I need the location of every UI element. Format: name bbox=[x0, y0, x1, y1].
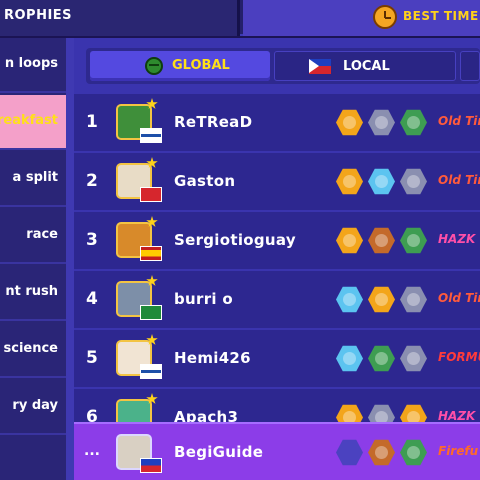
player-name: burri o bbox=[174, 290, 233, 308]
player-title-tag: Old Tim bbox=[438, 291, 480, 305]
green-medal-icon bbox=[368, 345, 395, 372]
silver-medal-icon bbox=[368, 109, 395, 136]
region-filter-bar: GLOBAL LOCAL bbox=[86, 48, 480, 84]
tab-trophies-label: ROPHIES bbox=[4, 8, 73, 23]
player-name: ReTReaD bbox=[174, 113, 253, 131]
filter-local-tab[interactable]: LOCAL bbox=[274, 51, 456, 81]
filter-friends-tab[interactable] bbox=[460, 51, 480, 81]
sidebar-item-split[interactable]: a split bbox=[0, 152, 66, 207]
sidebar-item-label: n loops bbox=[4, 56, 58, 71]
player-title-tag: HAZK bbox=[438, 409, 476, 423]
sidebar-scrollbar[interactable] bbox=[66, 38, 74, 480]
sidebar-item-breakfast[interactable]: reakfast bbox=[0, 95, 66, 150]
sidebar-item-label: science bbox=[3, 341, 59, 356]
philippines-flag-icon bbox=[309, 59, 331, 74]
sidebar-item-race[interactable]: race bbox=[0, 209, 66, 264]
filter-global-tab[interactable]: GLOBAL bbox=[90, 51, 270, 81]
sidebar-item-label: a split bbox=[12, 170, 58, 185]
tab-best-times[interactable]: BEST TIME bbox=[243, 0, 480, 36]
leaderboard-row[interactable]: 1 ReTReaD Old Tim bbox=[74, 94, 480, 152]
gold-medal-icon bbox=[368, 286, 395, 313]
saudi-arabia-flag-icon bbox=[140, 305, 162, 320]
silver-medal-icon bbox=[400, 168, 427, 195]
spain-flag-icon bbox=[140, 246, 162, 261]
leaderboard-row[interactable]: 3 Sergiotioguay HAZK bbox=[74, 212, 480, 270]
bronze-medal-icon bbox=[368, 439, 395, 466]
sidebar-item-science[interactable]: science bbox=[0, 323, 66, 378]
gold-medal-icon bbox=[336, 227, 363, 254]
player-name: Sergiotioguay bbox=[174, 231, 296, 249]
finland-flag-icon bbox=[140, 128, 162, 143]
sidebar-item-next[interactable] bbox=[0, 437, 66, 480]
gold-medal-icon bbox=[336, 168, 363, 195]
sidebar-item-label: race bbox=[26, 227, 58, 242]
sidebar-item-label: nt rush bbox=[5, 284, 58, 299]
rank-number: 4 bbox=[86, 289, 98, 309]
current-player-row[interactable]: ... BegiGuide Firefu bbox=[74, 424, 480, 480]
blue-medal-icon bbox=[336, 286, 363, 313]
player-name: BegiGuide bbox=[174, 443, 264, 461]
leaderboard-row[interactable]: 5 Hemi426 FORMUL bbox=[74, 330, 480, 388]
silver-medal-icon bbox=[400, 286, 427, 313]
globe-icon bbox=[145, 57, 163, 75]
tab-trophies[interactable]: ROPHIES bbox=[0, 0, 240, 36]
bronze-medal-icon bbox=[368, 227, 395, 254]
green-medal-icon bbox=[400, 439, 427, 466]
green-medal-icon bbox=[400, 109, 427, 136]
leaderboard-row[interactable]: 4 burri o Old Tim bbox=[74, 271, 480, 329]
philippines-flag-icon bbox=[140, 458, 162, 473]
blue-medal-icon bbox=[336, 345, 363, 372]
rank-number: 3 bbox=[86, 230, 98, 250]
filter-global-label: GLOBAL bbox=[172, 58, 230, 73]
sidebar-item-loops[interactable]: n loops bbox=[0, 38, 66, 93]
filter-local-label: LOCAL bbox=[343, 59, 390, 74]
tab-best-times-label: BEST TIME bbox=[403, 9, 479, 23]
green-medal-icon bbox=[400, 227, 427, 254]
rank-number: 5 bbox=[86, 348, 98, 368]
player-title-tag: Old Tim bbox=[438, 173, 480, 187]
player-name: Gaston bbox=[174, 172, 236, 190]
player-title-tag: Old Tim bbox=[438, 114, 480, 128]
leaderboard-row[interactable]: 2 Gaston Old Tim bbox=[74, 153, 480, 211]
player-title-tag: FORMUL bbox=[438, 350, 480, 364]
player-title-tag: Firefu bbox=[438, 444, 479, 458]
empty-medal-icon bbox=[336, 439, 363, 466]
leaderboard-list[interactable]: 1 ReTReaD Old Tim 2 Gaston Old Tim 3 Ser… bbox=[74, 94, 480, 480]
switzerland-flag-icon bbox=[140, 187, 162, 202]
sidebar-item-day[interactable]: ry day bbox=[0, 380, 66, 435]
sidebar-item-rush[interactable]: nt rush bbox=[0, 266, 66, 321]
top-bar: ROPHIES BEST TIME bbox=[0, 0, 480, 36]
player-title-tag: HAZK bbox=[438, 232, 476, 246]
track-sidebar: n loops reakfast a split race nt rush sc… bbox=[0, 38, 68, 480]
rank-number: ... bbox=[84, 443, 100, 459]
rank-number: 1 bbox=[86, 112, 98, 132]
player-name: Hemi426 bbox=[174, 349, 251, 367]
gold-medal-icon bbox=[336, 109, 363, 136]
finland-flag-icon bbox=[140, 364, 162, 379]
sidebar-item-label: ry day bbox=[12, 398, 58, 413]
stopwatch-icon bbox=[373, 5, 397, 29]
sidebar-item-label: reakfast bbox=[0, 113, 58, 128]
silver-medal-icon bbox=[400, 345, 427, 372]
rank-number: 2 bbox=[86, 171, 98, 191]
leaderboard-panel: GLOBAL LOCAL 1 ReTReaD Old Tim 2 Gaston … bbox=[74, 38, 480, 480]
blue-medal-icon bbox=[368, 168, 395, 195]
